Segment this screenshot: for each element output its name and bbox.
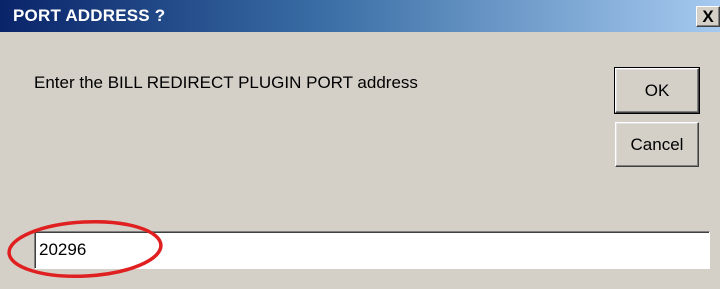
close-button[interactable]: X	[696, 6, 720, 27]
close-icon: X	[702, 7, 714, 26]
prompt-label: Enter the BILL REDIRECT PLUGIN PORT addr…	[34, 73, 418, 92]
title-bar[interactable]: PORT ADDRESS ? X	[0, 0, 720, 32]
port-address-input[interactable]	[34, 231, 710, 269]
ok-button[interactable]: OK	[614, 67, 700, 114]
cancel-button[interactable]: Cancel	[615, 122, 699, 167]
port-address-dialog: PORT ADDRESS ? X Enter the BILL REDIRECT…	[0, 0, 720, 289]
dialog-title: PORT ADDRESS ?	[13, 6, 166, 25]
